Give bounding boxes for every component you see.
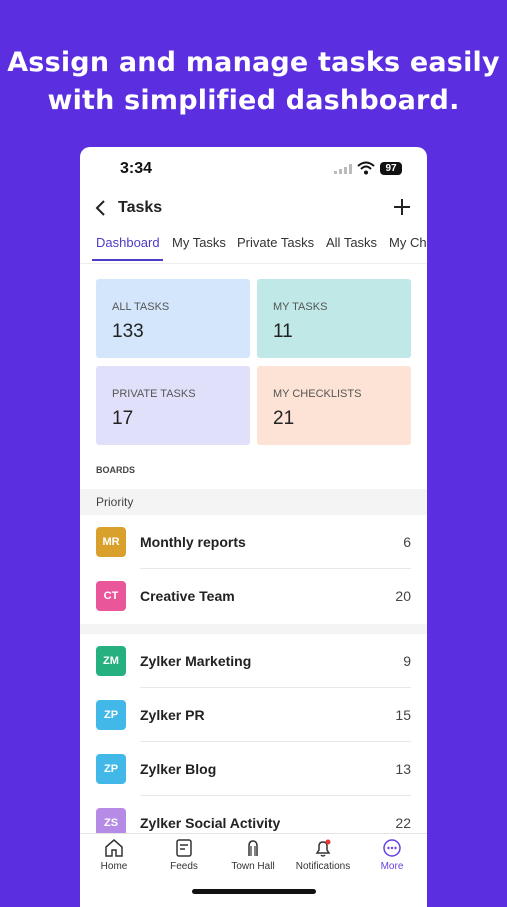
nav-notifications[interactable]: Notifications — [290, 838, 356, 872]
home-icon — [105, 839, 123, 857]
board-count: 15 — [395, 707, 411, 723]
nav-label: More — [380, 861, 404, 872]
battery-icon: 97 — [380, 162, 402, 175]
board-avatar: ZM — [96, 646, 126, 676]
nav-label: Home — [100, 861, 128, 872]
card-value: 11 — [273, 321, 293, 342]
boards-heading: BOARDS — [96, 465, 136, 475]
section-gap — [80, 624, 427, 634]
board-avatar: ZP — [96, 700, 126, 730]
tab-my-tasks[interactable]: My Tasks — [172, 235, 226, 250]
plus-icon[interactable] — [392, 197, 412, 217]
card-label: MY TASKS — [273, 301, 328, 313]
board-row[interactable]: ZP Zylker Blog 13 — [80, 742, 427, 796]
board-row[interactable]: ZM Zylker Marketing 9 — [80, 634, 427, 688]
tab-private-tasks[interactable]: Private Tasks — [237, 235, 314, 250]
card-label: ALL TASKS — [112, 301, 170, 313]
card-all-tasks[interactable]: ALL TASKS 133 — [96, 279, 250, 358]
card-label: PRIVATE TASKS — [112, 388, 196, 400]
home-indicator — [192, 889, 316, 894]
chevron-left-icon[interactable] — [94, 199, 108, 217]
card-value: 133 — [112, 321, 144, 342]
tab-dashboard[interactable]: Dashboard — [96, 235, 160, 250]
board-name: Zylker Blog — [140, 761, 217, 777]
page-title: Tasks — [118, 199, 163, 216]
board-avatar: MR — [96, 527, 126, 557]
bottom-nav: Home Feeds Town Hall Notifications More — [80, 833, 427, 907]
phone-screen: 3:34 97 Tasks Dashboard My Tasks Private… — [80, 147, 427, 907]
nav-label: Town Hall — [231, 861, 275, 872]
nav-town-hall[interactable]: Town Hall — [226, 838, 280, 872]
card-private-tasks[interactable]: PRIVATE TASKS 17 — [96, 366, 250, 445]
tab-all-tasks[interactable]: All Tasks — [326, 235, 377, 250]
card-value: 21 — [273, 408, 295, 429]
board-count: 9 — [403, 653, 411, 669]
board-count: 20 — [395, 588, 411, 604]
board-name: Zylker Marketing — [140, 653, 252, 669]
nav-label: Notifications — [295, 861, 351, 872]
wifi-icon — [357, 161, 375, 175]
nav-more[interactable]: More — [372, 838, 412, 872]
tab-bar: Dashboard My Tasks Private Tasks All Tas… — [80, 233, 427, 264]
headline-line-2: with simplified dashboard. — [47, 85, 460, 116]
board-name: Zylker PR — [140, 707, 205, 723]
board-avatar: CT — [96, 581, 126, 611]
bell-icon — [315, 839, 331, 857]
card-my-checklists[interactable]: MY CHECKLISTS 21 — [257, 366, 411, 445]
status-bar: 3:34 97 — [80, 147, 427, 191]
board-row[interactable]: MR Monthly reports 6 — [80, 515, 427, 569]
section-header: Priority — [80, 489, 427, 515]
board-row[interactable]: ZP Zylker PR 15 — [80, 688, 427, 742]
section-title: Priority — [96, 495, 134, 509]
board-row[interactable]: CT Creative Team 20 — [80, 569, 427, 623]
more-icon — [383, 839, 401, 857]
card-value: 17 — [112, 408, 134, 429]
active-tab-indicator — [92, 259, 163, 261]
board-name: Creative Team — [140, 588, 235, 604]
feeds-icon — [176, 839, 192, 857]
promo-headline: Assign and manage tasks easily with simp… — [0, 44, 507, 120]
board-name: Zylker Social Activity — [140, 815, 281, 831]
nav-label: Feeds — [170, 861, 198, 872]
board-name: Monthly reports — [140, 534, 246, 550]
nav-bar: Tasks — [80, 195, 427, 225]
town-hall-icon — [248, 840, 258, 856]
board-count: 6 — [403, 534, 411, 550]
nav-feeds[interactable]: Feeds — [164, 838, 204, 872]
board-count: 13 — [395, 761, 411, 777]
card-label: MY CHECKLISTS — [273, 388, 362, 400]
board-avatar: ZP — [96, 754, 126, 784]
tab-my-checklists[interactable]: My Ch — [389, 235, 427, 250]
nav-home[interactable]: Home — [94, 838, 134, 872]
status-time: 3:34 — [120, 160, 153, 177]
board-count: 22 — [395, 815, 411, 831]
signal-icon — [334, 164, 352, 174]
card-my-tasks[interactable]: MY TASKS 11 — [257, 279, 411, 358]
headline-line-1: Assign and manage tasks easily — [7, 47, 500, 78]
